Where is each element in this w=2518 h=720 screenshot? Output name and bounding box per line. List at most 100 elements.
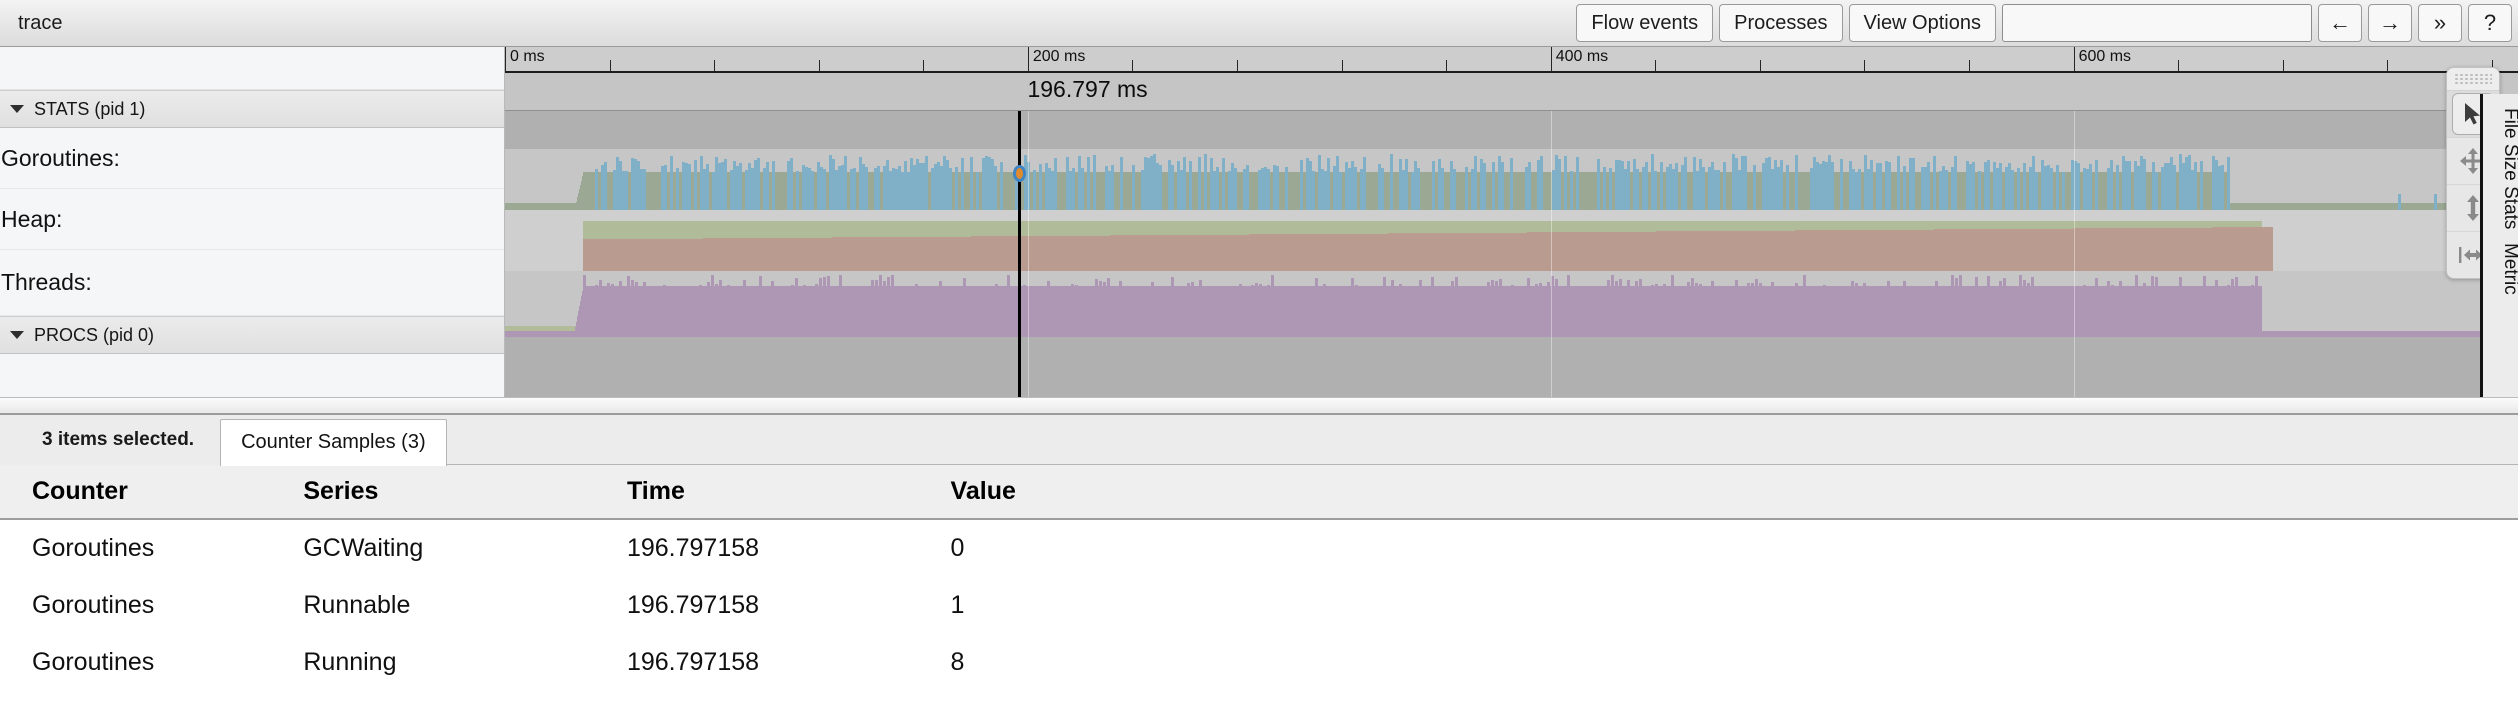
ruler-minor-tick — [1341, 60, 1343, 71]
threads-spike — [1095, 278, 1099, 337]
cell-series: Runnable — [303, 577, 627, 634]
threads-spike — [1419, 280, 1423, 337]
next-result-button[interactable]: → — [2368, 4, 2412, 42]
palette-drag-grip-icon[interactable] — [2447, 68, 2499, 91]
track-heap[interactable]: Heap: — [0, 189, 504, 250]
cell-time: 196.797158 — [626, 519, 951, 577]
threads-spike — [1651, 285, 1655, 337]
vtab-file-size-stats[interactable]: File Size Stats — [2483, 94, 2518, 229]
threads-spike — [711, 275, 715, 337]
track-shell-column: STATS (pid 1) Goroutines: Heap: Threads:… — [0, 47, 505, 397]
canvas-gridline — [2073, 111, 2075, 397]
tab-counter-samples[interactable]: Counter Samples (3) — [220, 419, 447, 466]
goroutines-spike — [757, 157, 761, 210]
threads-spike — [1047, 281, 1051, 337]
goroutines-spike — [1795, 154, 1799, 210]
goroutines-spike — [1441, 167, 1445, 210]
goroutines-spike — [811, 170, 815, 210]
goroutines-spike — [772, 160, 776, 210]
threads-spike — [1607, 279, 1611, 337]
tracks-canvas[interactable] — [505, 111, 2518, 397]
threads-spike — [1567, 275, 1571, 337]
goroutines-spike — [1312, 171, 1316, 210]
threads-spike — [827, 276, 831, 337]
canvas-row-heap[interactable] — [505, 210, 2518, 272]
goroutines-spike — [790, 158, 794, 210]
time-cursor-strip: 196.797 ms — [505, 73, 2518, 111]
goroutines-spike — [766, 161, 770, 210]
view-options-button[interactable]: View Options — [1848, 4, 1996, 42]
threads-spike — [759, 276, 763, 337]
group-label-stats: STATS (pid 1) — [34, 98, 146, 119]
goroutines-spike — [1189, 160, 1193, 210]
goroutines-spike — [643, 168, 647, 210]
goroutines-spike — [1120, 156, 1124, 210]
chevron-down-icon[interactable] — [10, 105, 24, 113]
threads-spike — [1863, 283, 1867, 337]
goroutines-spike — [1183, 157, 1187, 210]
goroutines-spike — [706, 164, 710, 210]
threads-spike — [1355, 284, 1359, 337]
table-row[interactable]: Goroutines Running 196.797158 8 — [0, 634, 2518, 691]
threads-spike — [1735, 279, 1739, 337]
goroutines-spike — [1945, 170, 1949, 210]
threads-spike — [1323, 284, 1327, 337]
threads-spike — [1239, 283, 1243, 337]
processes-button[interactable]: Processes — [1719, 4, 1843, 42]
goroutines-spike — [2116, 165, 2120, 210]
track-goroutines[interactable]: Goroutines: — [0, 128, 504, 189]
right-tab-strip: File Size Stats Metric — [2480, 94, 2518, 397]
goroutines-spike — [688, 164, 692, 210]
canvas-row-threads[interactable] — [505, 271, 2518, 338]
track-label-heap: Heap: — [1, 205, 63, 232]
ruler-minor-tick — [2387, 60, 2389, 71]
ruler-minor-tick — [1759, 60, 1761, 71]
vtab-metric[interactable]: Metric — [2483, 229, 2518, 295]
track-threads[interactable]: Threads: — [0, 250, 504, 316]
timeline-canvas[interactable]: 0 ms 200 ms 400 ms 600 ms 196.797 ms — [505, 47, 2518, 397]
threads-spike — [915, 283, 919, 337]
goroutines-spike — [1927, 161, 1931, 210]
goroutines-spike — [2095, 159, 2099, 210]
time-cursor-line — [1018, 111, 1022, 397]
ruler-label: 400 ms — [1555, 48, 1609, 65]
help-button[interactable]: ? — [2468, 4, 2512, 42]
threads-spike — [1255, 283, 1259, 337]
column-header-counter[interactable]: Counter — [0, 465, 304, 520]
goroutines-spike — [1528, 162, 1532, 210]
track-label-threads: Threads: — [1, 269, 92, 295]
canvas-row-stats-header — [505, 111, 2518, 150]
threads-spike — [2151, 275, 2155, 337]
group-header-procs[interactable]: PROCS (pid 0) — [0, 316, 504, 354]
goroutines-spike — [1870, 159, 1874, 210]
table-row[interactable]: Goroutines GCWaiting 196.797158 0 — [0, 519, 2518, 577]
goroutines-spike — [1198, 157, 1202, 210]
column-header-series[interactable]: Series — [303, 465, 627, 520]
threads-spike — [1119, 281, 1123, 337]
time-ruler[interactable]: 0 ms 200 ms 400 ms 600 ms — [505, 47, 2518, 73]
threads-spike — [1259, 284, 1263, 337]
chevron-down-icon[interactable] — [10, 331, 24, 339]
group-header-stats[interactable]: STATS (pid 1) — [0, 90, 504, 128]
goroutines-spike — [739, 163, 743, 210]
ruler-minor-tick — [1446, 60, 1448, 71]
goroutines-spike — [1492, 162, 1496, 210]
threads-spike — [583, 275, 587, 337]
goroutines-spike — [1453, 169, 1457, 210]
threads-spike — [939, 281, 943, 337]
threads-spike — [727, 285, 731, 337]
flow-events-button[interactable]: Flow events — [1576, 4, 1714, 42]
prev-result-button[interactable]: ← — [2318, 4, 2362, 42]
canvas-row-goroutines[interactable] — [505, 149, 2518, 211]
detail-panel-resize-handle[interactable] — [0, 397, 2518, 415]
search-input[interactable] — [2002, 4, 2312, 42]
column-header-value[interactable]: Value — [950, 465, 2518, 520]
more-options-button[interactable]: » — [2418, 4, 2462, 42]
goroutines-spike — [955, 166, 959, 210]
goroutines-tail-spike — [2434, 193, 2438, 210]
threads-spike — [1627, 279, 1631, 337]
goroutines-spike — [1558, 159, 1562, 210]
goroutines-spike — [1753, 165, 1757, 210]
table-row[interactable]: Goroutines Runnable 196.797158 1 — [0, 577, 2518, 634]
column-header-time[interactable]: Time — [626, 465, 951, 520]
